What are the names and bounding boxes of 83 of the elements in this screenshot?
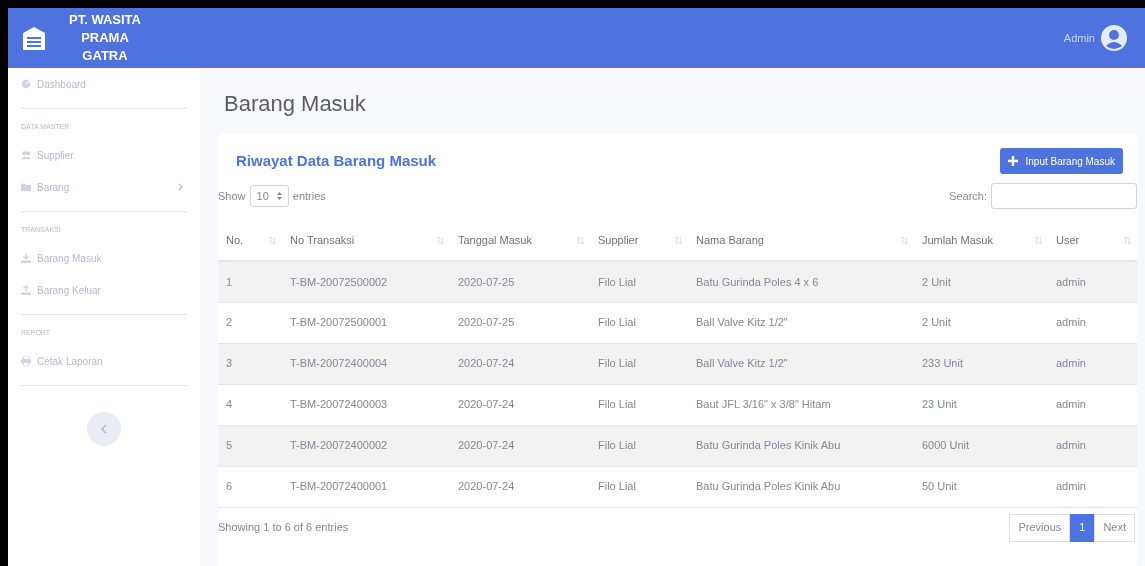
table-cell: 2020-07-24: [458, 480, 515, 493]
sort-icon: [1035, 235, 1042, 245]
gauge-icon: [21, 79, 31, 89]
card-title: Riwayat Data Barang Masuk: [236, 150, 437, 171]
sort-icon: [675, 235, 682, 245]
upload-icon: [21, 285, 31, 295]
table-cell: Batu Gurinda Poles 4 x 6: [696, 275, 819, 288]
search-field[interactable]: [991, 183, 1137, 209]
sort-caret-icon: [276, 192, 282, 200]
avatar-icon[interactable]: [1101, 25, 1127, 51]
warehouse-icon: [22, 25, 46, 51]
table-cell: admin: [1056, 439, 1086, 452]
show-label: Show: [218, 188, 246, 204]
table-cell: 2: [226, 316, 233, 329]
table-cell: 2020-07-24: [458, 357, 515, 370]
page-button[interactable]: 1: [1070, 513, 1095, 542]
sort-icon: [269, 235, 276, 245]
table-cell: 1: [226, 275, 233, 288]
column-header[interactable]: Jumlah Masuk: [914, 220, 1048, 261]
table-cell: T-BM-20072500001: [290, 316, 388, 329]
entries-select[interactable]: 10: [249, 185, 289, 207]
table-cell: 6000 Unit: [922, 439, 970, 452]
table-cell: Filo Lial: [598, 357, 636, 370]
column-header[interactable]: No.: [218, 220, 282, 261]
table-cell: 23 Unit: [922, 398, 957, 411]
table-cell: 2020-07-25: [458, 275, 515, 288]
table-cell: Filo Lial: [598, 316, 636, 329]
table-cell: 2 Unit: [922, 275, 951, 288]
table-cell: admin: [1056, 275, 1086, 288]
table-cell: T-BM-20072400004: [290, 357, 388, 370]
table-cell: admin: [1056, 398, 1086, 411]
table-cell: T-BM-20072400001: [290, 480, 388, 493]
sort-icon: [577, 235, 584, 245]
page-button[interactable]: Next: [1094, 513, 1135, 542]
table-cell: Filo Lial: [598, 398, 636, 411]
table-cell: 6: [226, 480, 233, 493]
table-cell: admin: [1056, 316, 1086, 329]
table-cell: Filo Lial: [598, 275, 636, 288]
table-cell: 5: [226, 439, 233, 452]
table-cell: T-BM-20072400003: [290, 398, 388, 411]
folder-icon: [21, 182, 31, 192]
table-cell: 3: [226, 357, 233, 370]
search-label: Search:: [949, 188, 987, 204]
table-cell: Baut JFL 3/16" x 3/8" Hitam: [696, 398, 831, 411]
table-cell: T-BM-20072400002: [290, 439, 388, 452]
table-cell: Filo Lial: [598, 439, 636, 452]
table-cell: T-BM-20072500002: [290, 275, 388, 288]
users-icon: [21, 150, 31, 160]
column-header[interactable]: No Transaksi: [282, 220, 450, 261]
chevron-left-icon: [100, 424, 108, 434]
table-cell: Batu Gurinda Poles Kinik Abu: [696, 439, 841, 452]
entries-info: Showing 1 to 6 of 6 entries: [218, 520, 349, 536]
column-header[interactable]: Tanggal Masuk: [450, 220, 590, 261]
collapse-button[interactable]: [87, 412, 121, 446]
column-header[interactable]: Supplier: [590, 220, 688, 261]
table-cell: 50 Unit: [922, 480, 957, 493]
table-cell: Ball Valve Kitz 1/2": [696, 316, 788, 329]
plus-icon: [1007, 156, 1018, 166]
table-cell: 2020-07-24: [458, 398, 515, 411]
table-cell: 4: [226, 398, 233, 411]
input-button[interactable]: Input Barang Masuk: [999, 148, 1123, 174]
table-cell: Ball Valve Kitz 1/2": [696, 357, 788, 370]
table-cell: admin: [1056, 480, 1086, 493]
table-cell: Batu Gurinda Poles Kinik Abu: [696, 480, 841, 493]
page-title: Barang Masuk: [224, 90, 367, 118]
sort-icon: [901, 235, 908, 245]
sort-icon: [1124, 235, 1131, 245]
printer-icon: [21, 356, 31, 366]
column-header[interactable]: Nama Barang: [688, 220, 914, 261]
column-header[interactable]: User: [1048, 220, 1137, 261]
chevron-right-icon: [178, 183, 183, 191]
user-name: Admin: [1063, 30, 1095, 46]
table-cell: 2020-07-24: [458, 439, 515, 452]
table-cell: 233 Unit: [922, 357, 963, 370]
page-button[interactable]: Previous: [1009, 513, 1071, 542]
table-cell: 2 Unit: [922, 316, 951, 329]
entries-label: entries: [292, 188, 326, 204]
brand-name[interactable]: PT. WASITA PRAMA GATRA: [60, 11, 150, 65]
table-cell: admin: [1056, 357, 1086, 370]
table-cell: Filo Lial: [598, 480, 636, 493]
download-icon: [21, 253, 31, 263]
sort-icon: [437, 235, 444, 245]
table-cell: 2020-07-25: [458, 316, 515, 329]
